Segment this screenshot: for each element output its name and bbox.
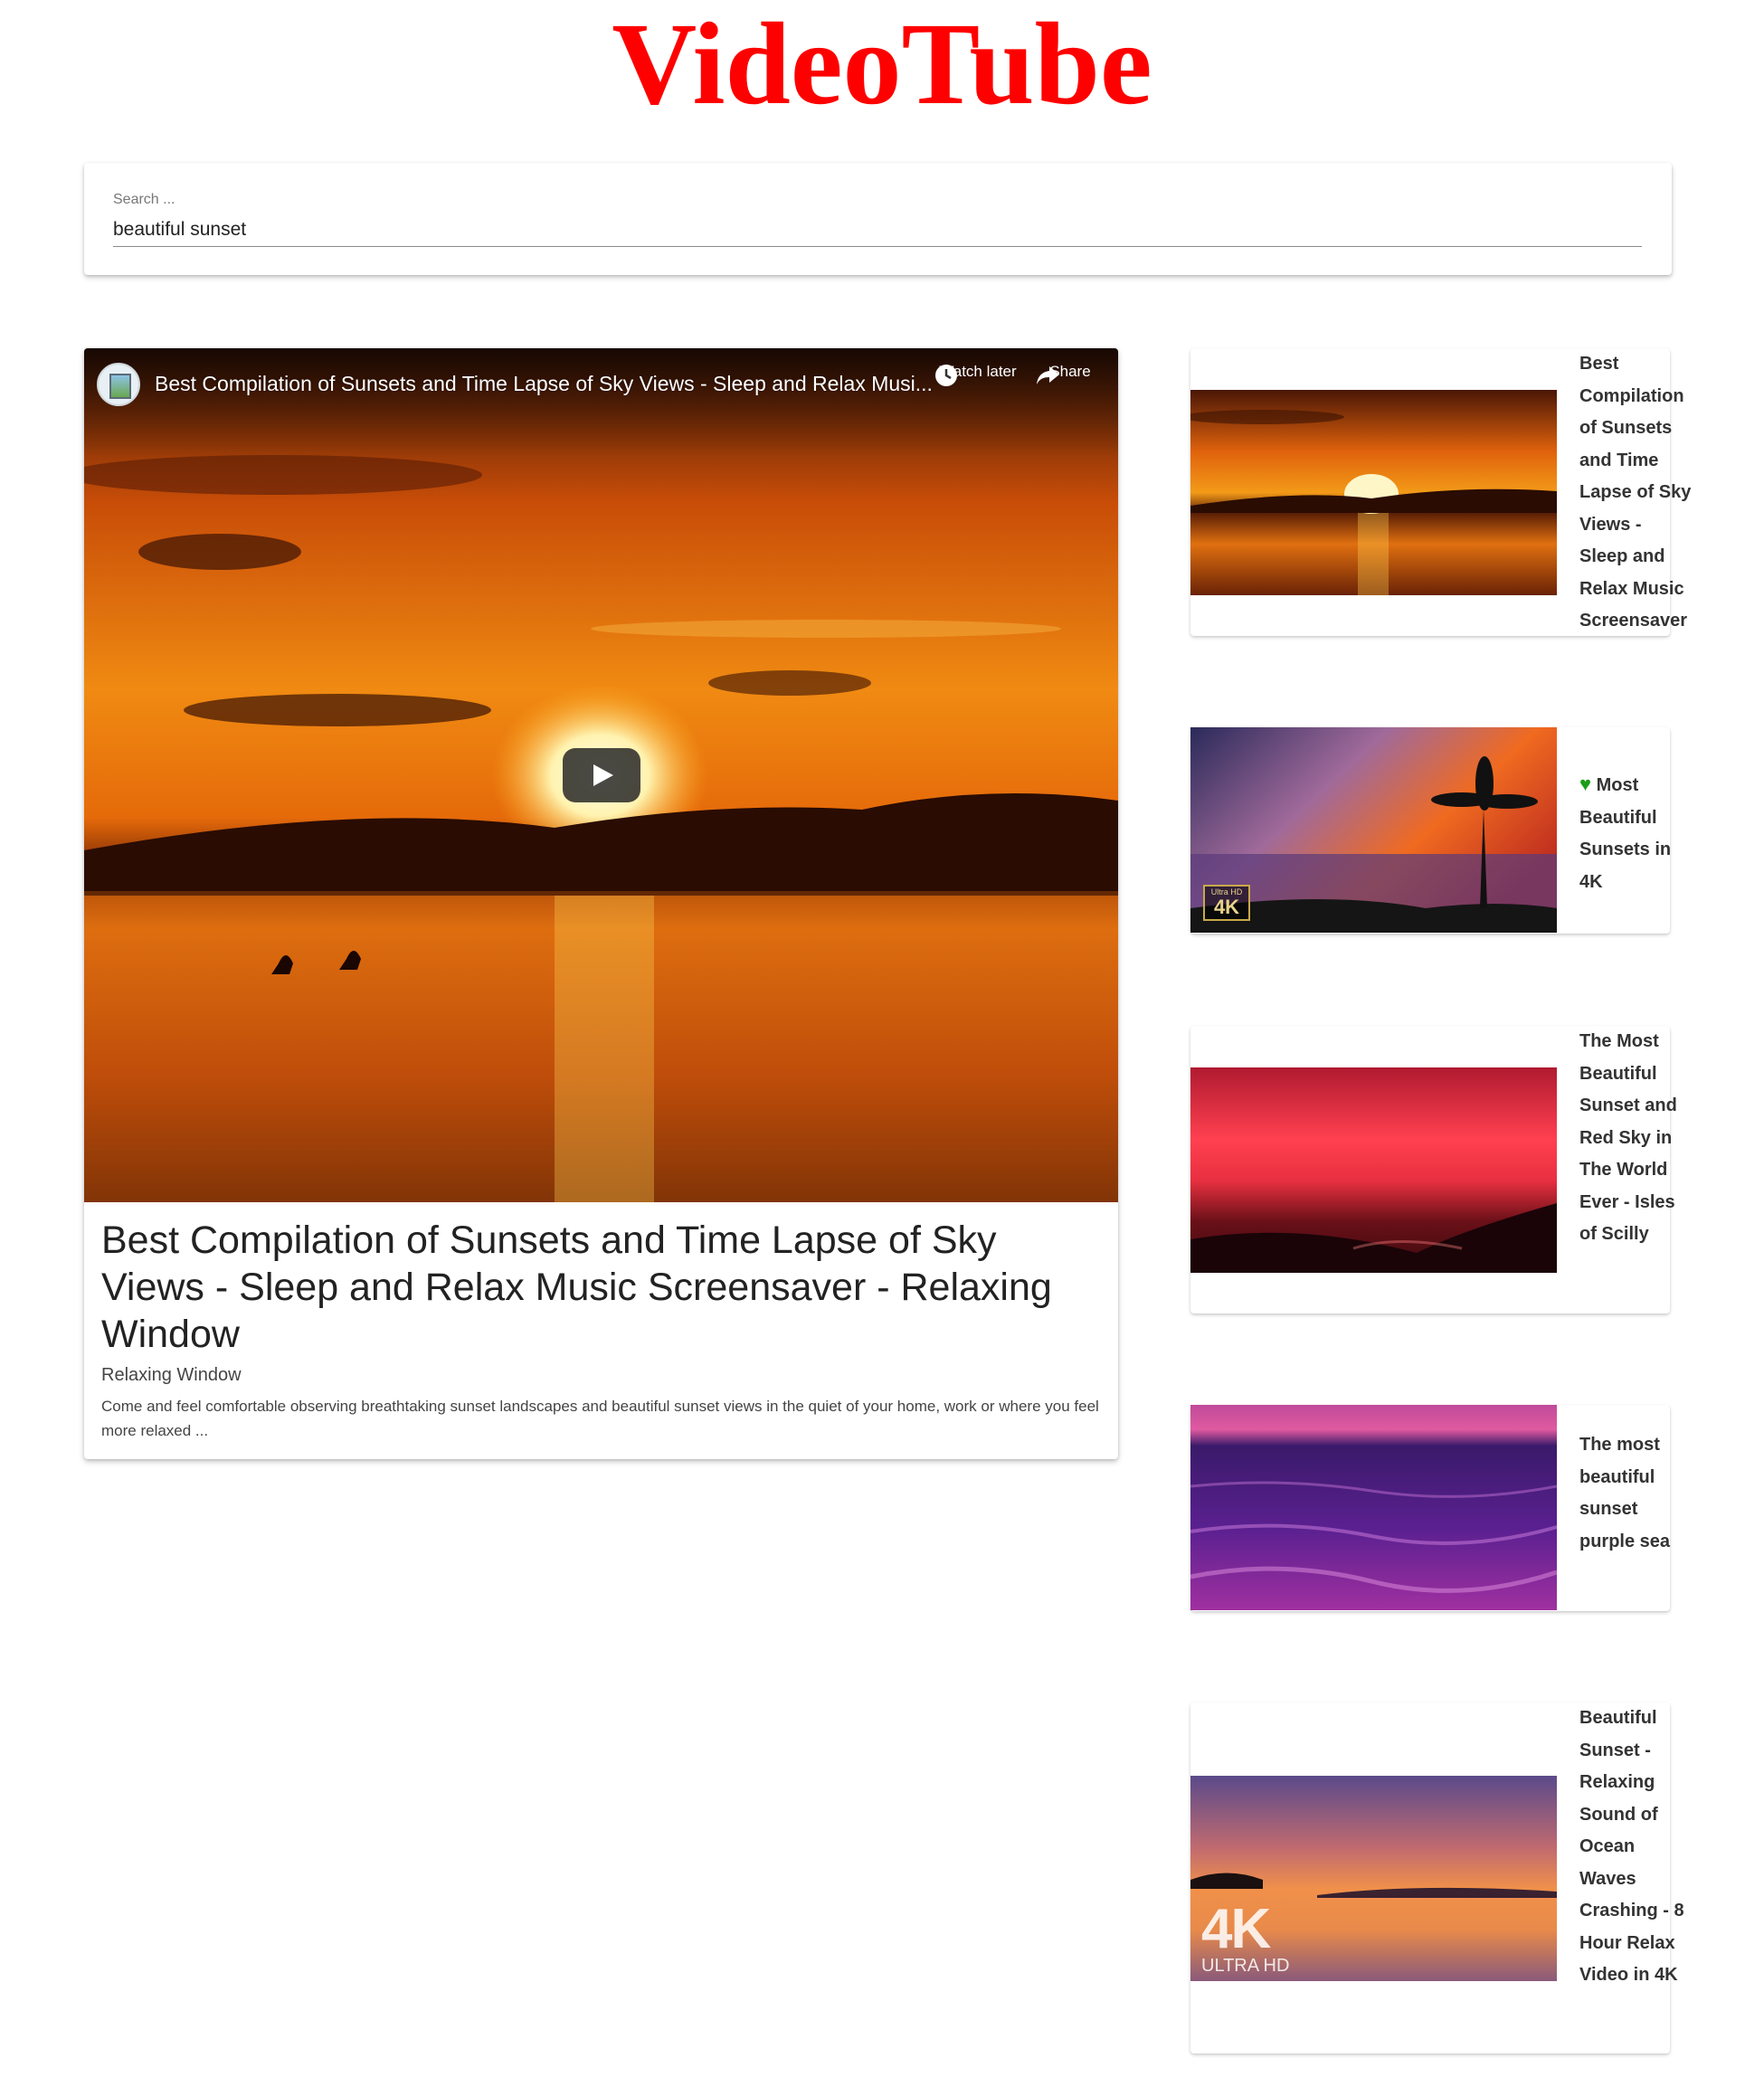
video-list-title[interactable]: Best Compilation of Sunsets and Time Lap… xyxy=(1579,348,1693,638)
video-list-item[interactable]: The most beautiful sunset purple sea xyxy=(1190,1405,1670,1611)
video-description: Come and feel comfortable observing brea… xyxy=(101,1398,1099,1439)
share-arrow-icon xyxy=(1037,366,1059,384)
video-thumbnail[interactable] xyxy=(1190,1405,1557,1610)
video-title: Best Compilation of Sunsets and Time Lap… xyxy=(101,1219,1052,1356)
search-label: Search ... xyxy=(113,192,175,207)
ultra-hd-badge: Ultra HD 4K xyxy=(1203,885,1250,921)
video-thumbnail[interactable]: Ultra HD 4K xyxy=(1190,727,1557,933)
video-list-item[interactable]: Best Compilation of Sunsets and Time Lap… xyxy=(1190,348,1691,636)
channel-avatar[interactable] xyxy=(97,363,140,406)
channel-name: Relaxing Window xyxy=(101,1365,242,1385)
player-top-bar: Best Compilation of Sunsets and Time Lap… xyxy=(84,348,1118,457)
search-input[interactable] xyxy=(113,213,1642,247)
play-icon xyxy=(593,764,613,786)
video-list-title[interactable]: ♥ Most Beautiful Sunsets in 4K xyxy=(1579,768,1693,898)
video-thumbnail[interactable] xyxy=(1190,390,1557,595)
search-card: Search ... xyxy=(84,163,1672,275)
video-list-item[interactable]: 4K ULTRA HD Beautiful Sunset - Relaxing … xyxy=(1190,1702,1684,2053)
video-list-item[interactable]: The Most Beautiful Sunset and Red Sky in… xyxy=(1190,1026,1677,1314)
video-thumbnail[interactable] xyxy=(1190,1067,1557,1273)
main-video-card: Best Compilation of Sunsets and Time Lap… xyxy=(84,348,1118,1459)
ultra-hd-watermark: 4K ULTRA HD xyxy=(1201,1898,1290,1976)
video-list-title[interactable]: Beautiful Sunset - Relaxing Sound of Oce… xyxy=(1579,1702,1693,1992)
video-list-title[interactable]: The Most Beautiful Sunset and Red Sky in… xyxy=(1579,1026,1693,1251)
app-title: VideoTube xyxy=(612,0,1152,129)
video-list-title[interactable]: The most beautiful sunset purple sea xyxy=(1579,1429,1693,1558)
player-title[interactable]: Best Compilation of Sunsets and Time Lap… xyxy=(155,372,996,396)
video-thumbnail[interactable]: 4K ULTRA HD xyxy=(1190,1776,1557,1981)
play-button[interactable] xyxy=(563,748,640,802)
clock-icon xyxy=(935,365,957,386)
video-player[interactable]: Best Compilation of Sunsets and Time Lap… xyxy=(84,348,1118,1202)
video-list-item[interactable]: Ultra HD 4K ♥ Most Beautiful Sunsets in … xyxy=(1190,727,1671,934)
share-button[interactable]: Share xyxy=(1034,363,1106,384)
watch-later-button[interactable]: Watch later xyxy=(933,363,1023,386)
green-heart-icon: ♥ xyxy=(1579,773,1592,795)
